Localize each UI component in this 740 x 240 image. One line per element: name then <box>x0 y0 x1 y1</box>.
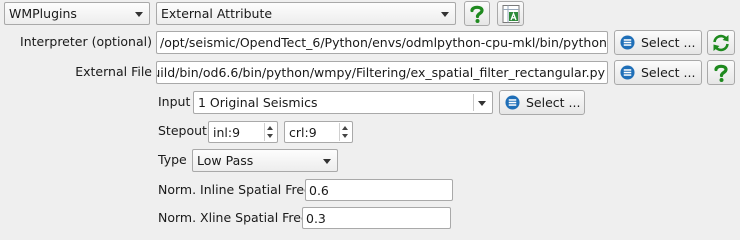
spin-down-icon <box>342 134 348 138</box>
xline-freq-input[interactable]: 0.3 <box>302 207 451 229</box>
xline-freq-value: 0.3 <box>306 210 326 226</box>
type-combo-value: Low Pass <box>197 153 254 168</box>
stepout-inl-spinbox[interactable]: inl:9 <box>208 121 278 143</box>
input-select-button[interactable]: Select ... <box>499 90 585 115</box>
external-file-select-label: Select ... <box>641 65 696 80</box>
chevron-down-icon <box>323 158 331 164</box>
attribute-combo[interactable]: External Attribute <box>156 2 456 25</box>
type-combo[interactable]: Low Pass <box>192 149 338 172</box>
spin-up-icon <box>267 126 273 130</box>
crl-spin-arrows[interactable] <box>339 123 351 141</box>
interpreter-label: Interpreter (optional) <box>20 34 152 49</box>
input-combo[interactable]: 1 Original Seismics <box>193 91 493 114</box>
plugin-combo[interactable]: WMPlugins <box>4 2 150 25</box>
input-label: Input <box>158 94 191 109</box>
interpreter-select-button[interactable]: Select ... <box>614 30 702 55</box>
external-file-value: nent/Build/bin/od6.6/bin/python/wmpy/Fil… <box>156 65 605 80</box>
help-button[interactable] <box>464 1 490 26</box>
stepout-crl-spinbox[interactable]: crl:9 <box>284 121 353 143</box>
inline-freq-label: Norm. Inline Spatial Freq <box>158 182 312 197</box>
list-icon <box>620 65 635 80</box>
help-question-icon <box>470 5 484 23</box>
inline-freq-input[interactable]: 0.6 <box>305 179 453 201</box>
refresh-icon <box>713 34 729 51</box>
external-file-help-button[interactable] <box>707 60 735 85</box>
plugin-combo-value: WMPlugins <box>9 6 77 21</box>
help-question-icon <box>714 64 728 82</box>
external-file-label: External File <box>75 64 152 79</box>
interpreter-path-value: /opt/seismic/OpendTect_6/Python/envs/odm… <box>160 35 607 50</box>
interpreter-path-input[interactable]: /opt/seismic/OpendTect_6/Python/envs/odm… <box>156 31 608 54</box>
type-label: Type <box>158 152 187 167</box>
attribute-table-button[interactable] <box>497 1 524 26</box>
xline-freq-label: Norm. Xline Spatial Freq <box>158 210 309 225</box>
spin-down-icon <box>267 134 273 138</box>
stepout-crl-value: crl:9 <box>289 124 317 140</box>
refresh-button[interactable] <box>707 30 735 55</box>
input-select-label: Select ... <box>526 95 581 110</box>
inl-spin-arrows[interactable] <box>264 123 276 141</box>
external-file-select-button[interactable]: Select ... <box>614 60 702 85</box>
chevron-down-icon <box>441 11 449 17</box>
spin-up-icon <box>342 126 348 130</box>
inline-freq-value: 0.6 <box>309 182 329 198</box>
external-file-input[interactable]: nent/Build/bin/od6.6/bin/python/wmpy/Fil… <box>156 61 608 84</box>
stepout-label: Stepout <box>158 123 207 138</box>
chevron-down-icon <box>135 11 143 17</box>
input-combo-value: 1 Original Seismics <box>198 95 318 110</box>
interpreter-select-label: Select ... <box>641 35 696 50</box>
list-icon <box>505 95 520 110</box>
spreadsheet-icon <box>502 4 519 23</box>
stepout-inl-value: inl:9 <box>213 124 241 140</box>
chevron-down-icon <box>478 100 486 106</box>
attribute-combo-value: External Attribute <box>161 6 273 21</box>
list-icon <box>620 35 635 50</box>
